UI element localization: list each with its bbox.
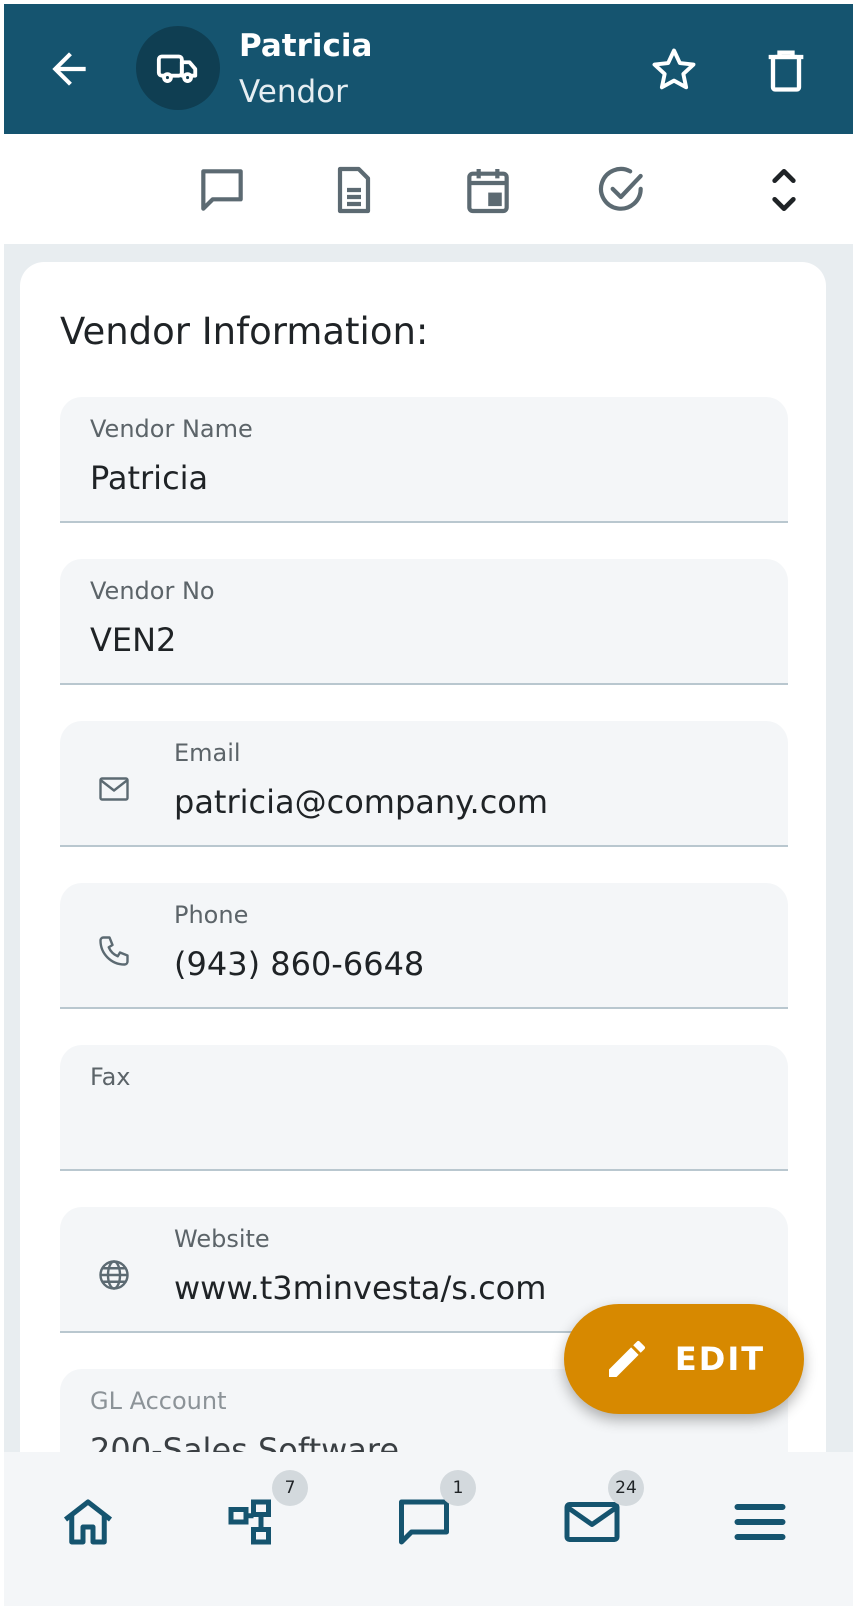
pencil-icon (608, 1340, 645, 1377)
action-toolbar (4, 134, 853, 244)
back-arrow-icon[interactable] (44, 44, 94, 94)
nav-hierarchy[interactable]: 7 (226, 1470, 308, 1552)
delete-icon[interactable] (760, 44, 812, 96)
field-label: Phone (174, 901, 249, 929)
nav-mail[interactable]: 24 (562, 1470, 644, 1552)
nav-menu[interactable] (730, 1492, 790, 1552)
mail-badge: 24 (608, 1470, 644, 1506)
star-icon[interactable] (648, 44, 700, 96)
field-label: Email (174, 739, 241, 767)
field-value: VEN2 (90, 621, 177, 659)
comment-icon[interactable] (194, 162, 250, 218)
phone-field[interactable]: Phone (943) 860-6648 (60, 883, 788, 1009)
field-value: www.t3minvesta/s.com (174, 1269, 547, 1307)
app-bar: Patricia Vendor (4, 4, 853, 134)
calendar-icon[interactable] (460, 162, 516, 218)
field-value: (943) 860-6648 (174, 945, 425, 983)
field-label: GL Account (90, 1387, 227, 1415)
edit-button-label: EDIT (674, 1340, 766, 1378)
bottom-navigation: 7 1 24 (4, 1452, 853, 1606)
home-icon (63, 1499, 113, 1545)
field-value: patricia@company.com (174, 783, 549, 821)
field-label: Fax (90, 1063, 131, 1091)
app-frame: Patricia Vendor Vendor Information: Vend… (4, 4, 853, 1606)
field-label: Vendor Name (90, 415, 253, 443)
email-field[interactable]: Email patricia@company.com (60, 721, 788, 847)
vendor-avatar (136, 26, 220, 110)
mail-icon (99, 777, 129, 801)
expand-collapse-icon[interactable] (756, 162, 812, 218)
section-title: Vendor Information: (60, 310, 429, 353)
edit-button[interactable]: EDIT (564, 1304, 804, 1414)
vendor-name-field[interactable]: Vendor Name Patricia (60, 397, 788, 523)
vendor-no-field[interactable]: Vendor No VEN2 (60, 559, 788, 685)
field-label: Vendor No (90, 577, 215, 605)
field-value: Patricia (90, 459, 209, 497)
nav-home[interactable] (58, 1492, 118, 1552)
globe-icon (99, 1260, 129, 1290)
document-icon[interactable] (326, 162, 382, 218)
field-label: Website (174, 1225, 270, 1253)
truck-icon (156, 54, 198, 83)
phone-icon (99, 936, 129, 966)
check-circle-icon[interactable] (594, 162, 650, 218)
page-title: Patricia (239, 28, 373, 64)
page-subtitle: Vendor (239, 74, 348, 110)
hierarchy-badge: 7 (272, 1470, 308, 1506)
fax-field[interactable]: Fax (60, 1045, 788, 1171)
hamburger-menu-icon (734, 1504, 786, 1540)
chat-badge: 1 (440, 1470, 476, 1506)
nav-chat[interactable]: 1 (394, 1470, 476, 1552)
